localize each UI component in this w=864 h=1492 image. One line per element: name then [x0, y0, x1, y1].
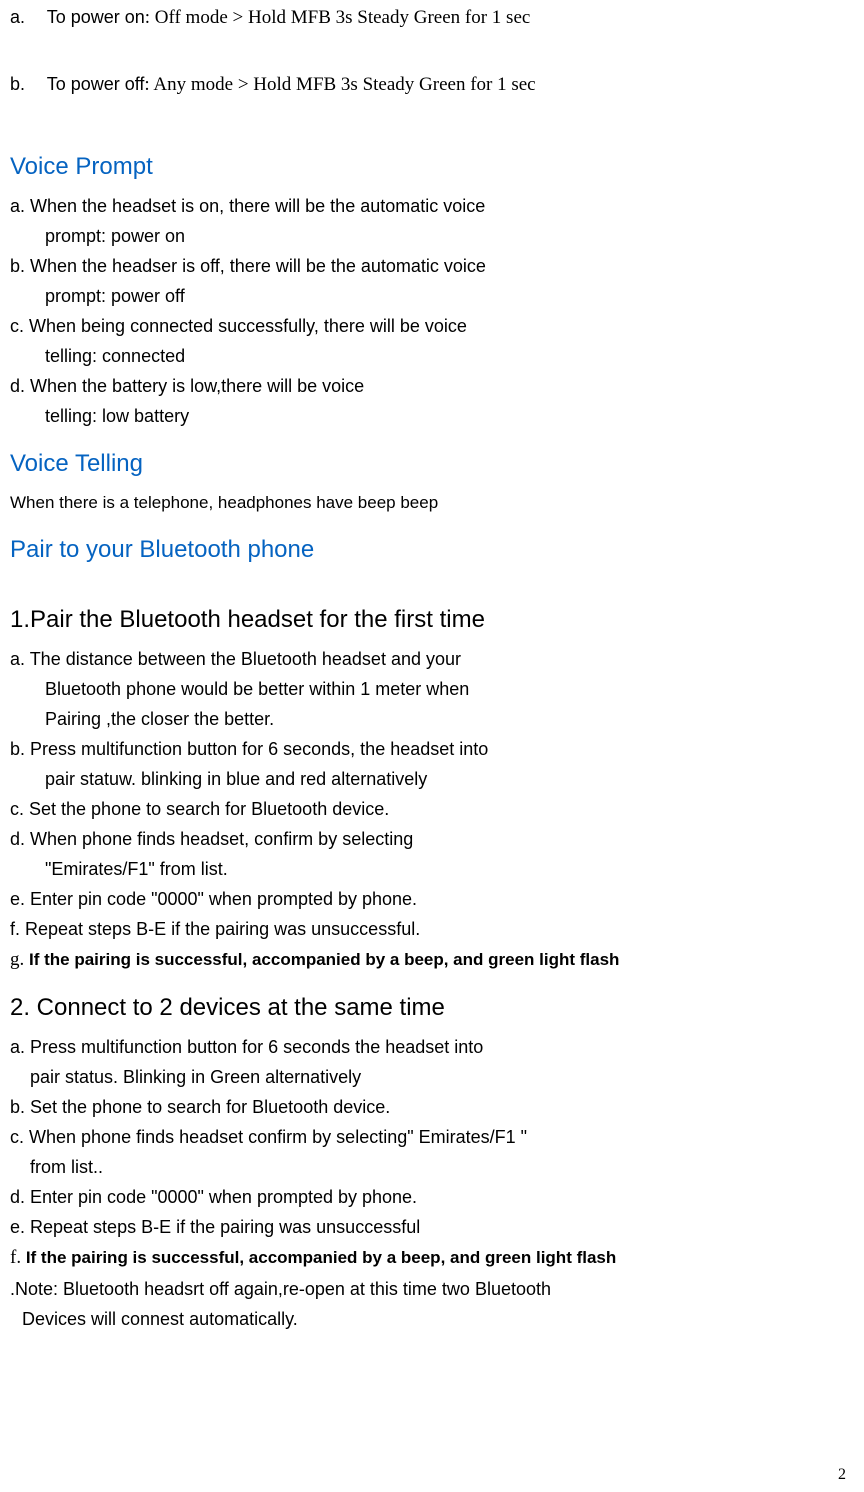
power-off-line: b. To power off: Any mode > Hold MFB 3s … — [10, 71, 854, 100]
pair1-g-prefix: g. — [10, 949, 29, 970]
pair1-g: g. If the pairing is successful, accompa… — [10, 946, 854, 975]
pair2-f-bold: If the pairing is successful, accompanie… — [26, 1248, 616, 1267]
pair1-d-line1: d. When phone finds headset, confirm by … — [10, 826, 854, 853]
page-number: 2 — [838, 1466, 846, 1484]
pair1-f: f. Repeat steps B-E if the pairing was u… — [10, 916, 854, 943]
power-on-line: a. To power on: Off mode > Hold MFB 3s S… — [10, 4, 854, 33]
pair1-heading: 1.Pair the Bluetooth headset for the fir… — [10, 606, 854, 634]
pair1-g-bold: If the pairing is successful, accompanie… — [29, 950, 619, 969]
pair2-d: d. Enter pin code "0000" when prompted b… — [10, 1184, 854, 1211]
pair1-d-line2: "Emirates/F1" from list. — [10, 856, 854, 883]
vp-item-d-line2: telling: low battery — [10, 403, 854, 430]
vp-item-c-line1: c. When being connected successfully, th… — [10, 313, 854, 340]
vp-item-b-line1: b. When the headser is off, there will b… — [10, 253, 854, 280]
pair-heading: Pair to your Bluetooth phone — [10, 536, 854, 564]
pair1-a-line2: Bluetooth phone would be better within 1… — [10, 676, 854, 703]
pair2-f: f. If the pairing is successful, accompa… — [10, 1244, 854, 1273]
pair2-b: b. Set the phone to search for Bluetooth… — [10, 1094, 854, 1121]
pair2-a-line1: a. Press multifunction button for 6 seco… — [10, 1034, 854, 1061]
pair2-c-line1: c. When phone finds headset confirm by s… — [10, 1124, 854, 1151]
vp-item-a-line2: prompt: power on — [10, 223, 854, 250]
pair2-heading: 2. Connect to 2 devices at the same time — [10, 994, 854, 1022]
power-off-marker: b. — [10, 71, 42, 98]
power-on-marker: a. — [10, 4, 42, 31]
pair2-f-prefix: f. — [10, 1247, 26, 1268]
pair1-e: e. Enter pin code "0000" when prompted b… — [10, 886, 854, 913]
pair2-note-line1: .Note: Bluetooth headsrt off again,re-op… — [10, 1276, 854, 1303]
pair1-b-line1: b. Press multifunction button for 6 seco… — [10, 736, 854, 763]
power-off-text: : Any mode > Hold MFB 3s Steady Green fo… — [144, 74, 535, 95]
power-off-label: To power off — [47, 74, 145, 94]
voice-telling-body: When there is a telephone, headphones ha… — [10, 490, 854, 516]
pair1-b-line2: pair statuw. blinking in blue and red al… — [10, 766, 854, 793]
pair2-c-line2: from list.. — [10, 1154, 854, 1181]
voice-prompt-heading: Voice Prompt — [10, 153, 854, 181]
power-on-label: To power on — [47, 7, 145, 27]
power-on-text: : Off mode > Hold MFB 3s Steady Green fo… — [145, 7, 531, 28]
vp-item-c-line2: telling: connected — [10, 343, 854, 370]
pair2-note-line2: Devices will connest automatically. — [10, 1306, 854, 1333]
voice-telling-heading: Voice Telling — [10, 450, 854, 478]
pair1-a-line1: a. The distance between the Bluetooth he… — [10, 646, 854, 673]
pair1-c: c. Set the phone to search for Bluetooth… — [10, 796, 854, 823]
pair1-a-line3: Pairing ,the closer the better. — [10, 706, 854, 733]
pair2-e: e. Repeat steps B-E if the pairing was u… — [10, 1214, 854, 1241]
vp-item-a-line1: a. When the headset is on, there will be… — [10, 193, 854, 220]
vp-item-d-line1: d. When the battery is low,there will be… — [10, 373, 854, 400]
pair2-a-line2: pair status. Blinking in Green alternati… — [10, 1064, 854, 1091]
vp-item-b-line2: prompt: power off — [10, 283, 854, 310]
